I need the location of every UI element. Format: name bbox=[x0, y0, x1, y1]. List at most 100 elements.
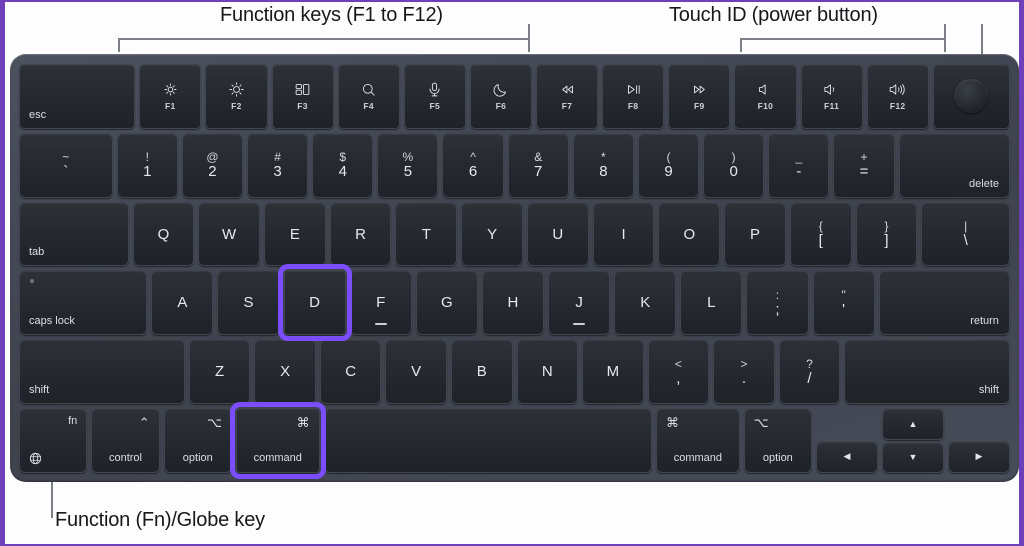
key-key-y[interactable]: Y bbox=[461, 201, 523, 267]
dictation-mic-icon bbox=[426, 82, 443, 98]
key-key-g[interactable]: G bbox=[415, 270, 478, 336]
key-control[interactable]: ⌃ control bbox=[91, 408, 160, 473]
key-key-m[interactable]: M bbox=[582, 339, 644, 405]
play-pause-icon bbox=[624, 82, 643, 98]
key-shift-left[interactable]: shift bbox=[19, 339, 185, 405]
key-option-right[interactable]: ⌥ option bbox=[743, 408, 812, 473]
key-backtick[interactable]: ~ ` bbox=[19, 132, 113, 198]
touch-id-icon[interactable] bbox=[954, 79, 989, 114]
key-period[interactable]: > . bbox=[713, 339, 775, 405]
key-digit-3[interactable]: # 3 bbox=[247, 132, 309, 198]
key-key-l[interactable]: L bbox=[680, 270, 743, 336]
key-key-h[interactable]: H bbox=[481, 270, 545, 336]
key-key-d[interactable]: D bbox=[277, 264, 352, 342]
key-f11[interactable]: F11 bbox=[800, 64, 863, 129]
key-f12[interactable]: F12 bbox=[866, 64, 929, 129]
key-legend-lower: 6 bbox=[468, 163, 478, 181]
key-caps-lock[interactable]: caps lock bbox=[19, 270, 148, 336]
key-f2[interactable]: F2 bbox=[205, 64, 268, 129]
key-legend-upper: | bbox=[964, 219, 968, 234]
key-tab[interactable]: tab bbox=[19, 201, 129, 267]
bracket-function-keys-right-tick bbox=[528, 24, 530, 52]
key-digit-1[interactable]: ! 1 bbox=[116, 132, 178, 198]
key-option-left[interactable]: ⌥ option bbox=[163, 408, 232, 473]
key-label: P bbox=[750, 225, 761, 243]
arrow-up-key[interactable]: ▲ bbox=[881, 408, 944, 440]
key-label: I bbox=[621, 225, 626, 243]
key-digit-2[interactable]: @ 2 bbox=[181, 132, 243, 198]
key-equals[interactable]: + = bbox=[833, 132, 895, 198]
key-legend-upper: < bbox=[674, 356, 682, 371]
key-key-n[interactable]: N bbox=[516, 339, 579, 405]
key-f4[interactable]: F4 bbox=[337, 64, 400, 129]
key-key-u[interactable]: U bbox=[526, 201, 589, 267]
key-key-p[interactable]: P bbox=[724, 201, 786, 267]
key-key-e[interactable]: E bbox=[264, 201, 326, 267]
spotlight-search-icon bbox=[360, 82, 377, 98]
key-key-c[interactable]: C bbox=[319, 339, 382, 405]
key-key-i[interactable]: I bbox=[592, 201, 655, 267]
key-key-s[interactable]: S bbox=[217, 270, 280, 336]
key-label: O bbox=[683, 225, 696, 243]
key-digit-9[interactable]: ( 9 bbox=[637, 132, 700, 198]
key-label: Y bbox=[487, 225, 498, 243]
key-slash[interactable]: ? / bbox=[778, 339, 841, 405]
key-bracket-left[interactable]: { [ bbox=[789, 201, 852, 267]
key-key-q[interactable]: Q bbox=[132, 201, 195, 267]
key-digit-0[interactable]: ) 0 bbox=[703, 132, 765, 198]
key-key-o[interactable]: O bbox=[658, 201, 721, 267]
key-shift-right[interactable]: shift bbox=[844, 339, 1010, 405]
key-f7[interactable]: F7 bbox=[536, 64, 599, 129]
key-space[interactable] bbox=[323, 408, 653, 473]
key-label: C bbox=[345, 363, 357, 381]
arrow-left-key[interactable]: ◀ bbox=[815, 440, 878, 473]
function-key-number: F10 bbox=[757, 100, 774, 111]
key-key-k[interactable]: K bbox=[614, 270, 677, 336]
key-bracket-right[interactable]: } ] bbox=[855, 201, 918, 267]
key-digit-4[interactable]: $ 4 bbox=[312, 132, 374, 198]
key-command-left[interactable]: ⌘ command bbox=[229, 402, 326, 479]
key-legend-lower: 1 bbox=[143, 163, 152, 181]
key-label: X bbox=[280, 363, 291, 381]
key-f9[interactable]: F9 bbox=[668, 64, 731, 129]
key-f5[interactable]: F5 bbox=[403, 64, 466, 129]
key-delete[interactable]: delete bbox=[898, 132, 1010, 198]
key-command-right[interactable]: ⌘ command bbox=[656, 408, 740, 473]
homing-bar-icon bbox=[374, 323, 387, 326]
key-key-j[interactable]: J bbox=[548, 270, 611, 336]
key-minus[interactable]: _ - bbox=[768, 132, 830, 198]
key-digit-7[interactable]: & 7 bbox=[507, 132, 569, 198]
key-f3[interactable]: F3 bbox=[271, 64, 334, 129]
key-key-t[interactable]: T bbox=[395, 201, 458, 267]
bracket-touch-id-right-tick bbox=[944, 24, 946, 52]
key-f1[interactable]: F1 bbox=[139, 64, 202, 129]
key-digit-6[interactable]: ^ 6 bbox=[442, 132, 504, 198]
key-key-r[interactable]: R bbox=[329, 201, 392, 267]
key-backslash[interactable]: | \ bbox=[921, 201, 1010, 267]
key-digit-8[interactable]: * 8 bbox=[572, 132, 634, 198]
modifier-symbol: ⌘ bbox=[666, 415, 680, 431]
key-comma[interactable]: < , bbox=[647, 339, 710, 405]
key-digit-5[interactable]: % 5 bbox=[377, 132, 439, 198]
key-key-z[interactable]: Z bbox=[188, 339, 251, 405]
key-semicolon[interactable]: : ; bbox=[746, 270, 809, 336]
key-quote[interactable]: " ' bbox=[812, 270, 875, 336]
keyboard-row-home-row: caps lock A S D F G H J K L : ; " ' retur… bbox=[19, 264, 1010, 342]
arrow-right-key[interactable]: ▶ bbox=[947, 440, 1010, 473]
key-key-x[interactable]: X bbox=[254, 339, 316, 405]
key-esc[interactable]: esc bbox=[19, 64, 136, 129]
key-key-w[interactable]: W bbox=[198, 201, 260, 267]
key-label: S bbox=[243, 294, 254, 312]
key-key-v[interactable]: V bbox=[385, 339, 447, 405]
key-key-a[interactable]: A bbox=[151, 270, 214, 336]
key-f8[interactable]: F8 bbox=[602, 64, 665, 129]
key-touch-id[interactable] bbox=[932, 64, 1010, 129]
key-key-b[interactable]: B bbox=[450, 339, 513, 405]
arrow-down-key[interactable]: ▼ bbox=[881, 441, 944, 473]
key-f6[interactable]: F6 bbox=[469, 64, 532, 129]
volume-mute-icon bbox=[757, 82, 774, 98]
key-fn-globe[interactable]: fn bbox=[19, 408, 88, 473]
key-f10[interactable]: F10 bbox=[734, 64, 797, 129]
key-return[interactable]: return bbox=[878, 270, 1010, 336]
key-key-f[interactable]: F bbox=[349, 270, 412, 336]
